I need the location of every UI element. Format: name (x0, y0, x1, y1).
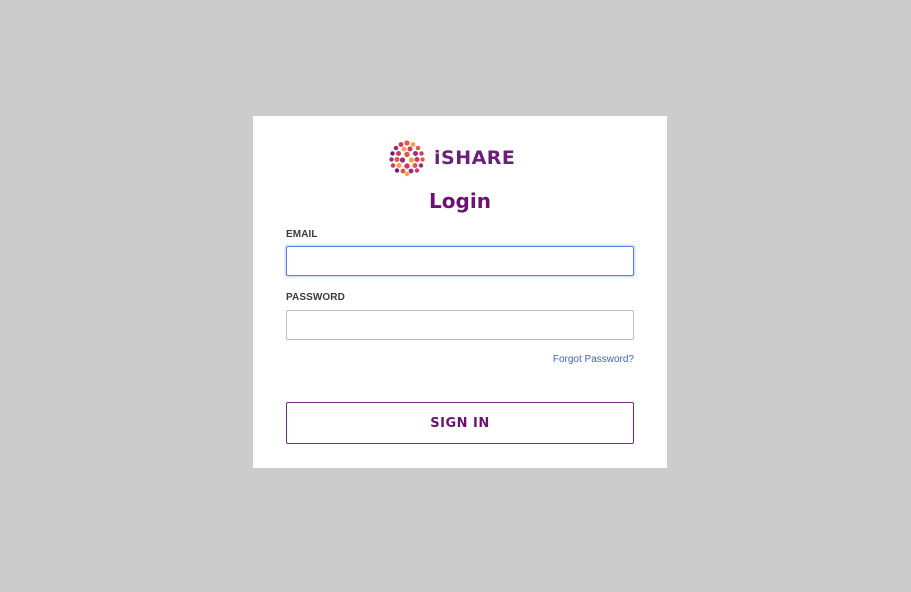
password-label: PASSWORD (286, 292, 345, 303)
page-title: Login (429, 189, 491, 213)
brand-name: iSHARE (434, 147, 516, 169)
ishare-logo-icon (389, 140, 425, 177)
login-card: iSHARE Login EMAIL PASSWORD Forgot Passw… (253, 116, 667, 468)
brand: iSHARE (388, 138, 515, 178)
forgot-password-link[interactable]: Forgot Password? (553, 354, 634, 365)
sign-in-button[interactable]: SIGN IN (286, 402, 634, 444)
email-field[interactable] (286, 246, 634, 276)
password-field[interactable] (286, 310, 634, 340)
email-label: EMAIL (286, 229, 318, 240)
